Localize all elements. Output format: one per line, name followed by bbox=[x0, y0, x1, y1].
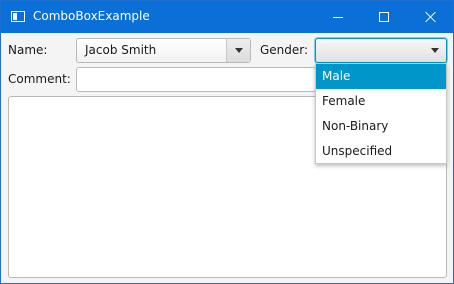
gender-label: Gender: bbox=[260, 43, 309, 57]
gender-option-non-binary[interactable]: Non-Binary bbox=[316, 114, 446, 139]
name-combobox-value: Jacob Smith bbox=[85, 43, 157, 57]
minimize-icon bbox=[333, 17, 343, 18]
comment-label: Comment: bbox=[8, 72, 71, 86]
comment-field[interactable] bbox=[76, 67, 316, 92]
gender-dropdown-list: Male Female Non-Binary Unspecified bbox=[315, 63, 447, 164]
name-combobox-arrow-button[interactable] bbox=[226, 39, 250, 62]
name-combobox[interactable]: Jacob Smith bbox=[76, 38, 251, 63]
chevron-down-icon bbox=[235, 48, 243, 53]
maximize-button[interactable] bbox=[361, 1, 407, 33]
close-button[interactable] bbox=[407, 1, 453, 33]
gender-option-unspecified[interactable]: Unspecified bbox=[316, 139, 446, 164]
title-bar[interactable]: ComboBoxExample bbox=[1, 1, 453, 33]
window-app-icon bbox=[11, 11, 25, 22]
gender-combobox[interactable] bbox=[315, 38, 447, 63]
gender-option-male[interactable]: Male bbox=[316, 64, 446, 89]
minimize-button[interactable] bbox=[315, 1, 361, 33]
application-window: ComboBoxExample Name: Jacob Smith Gender… bbox=[0, 0, 454, 284]
chevron-down-icon bbox=[431, 48, 439, 53]
window-title: ComboBoxExample bbox=[33, 9, 150, 23]
name-label: Name: bbox=[8, 43, 48, 57]
gender-option-female[interactable]: Female bbox=[316, 89, 446, 114]
close-icon bbox=[425, 11, 437, 23]
maximize-icon bbox=[379, 12, 389, 22]
